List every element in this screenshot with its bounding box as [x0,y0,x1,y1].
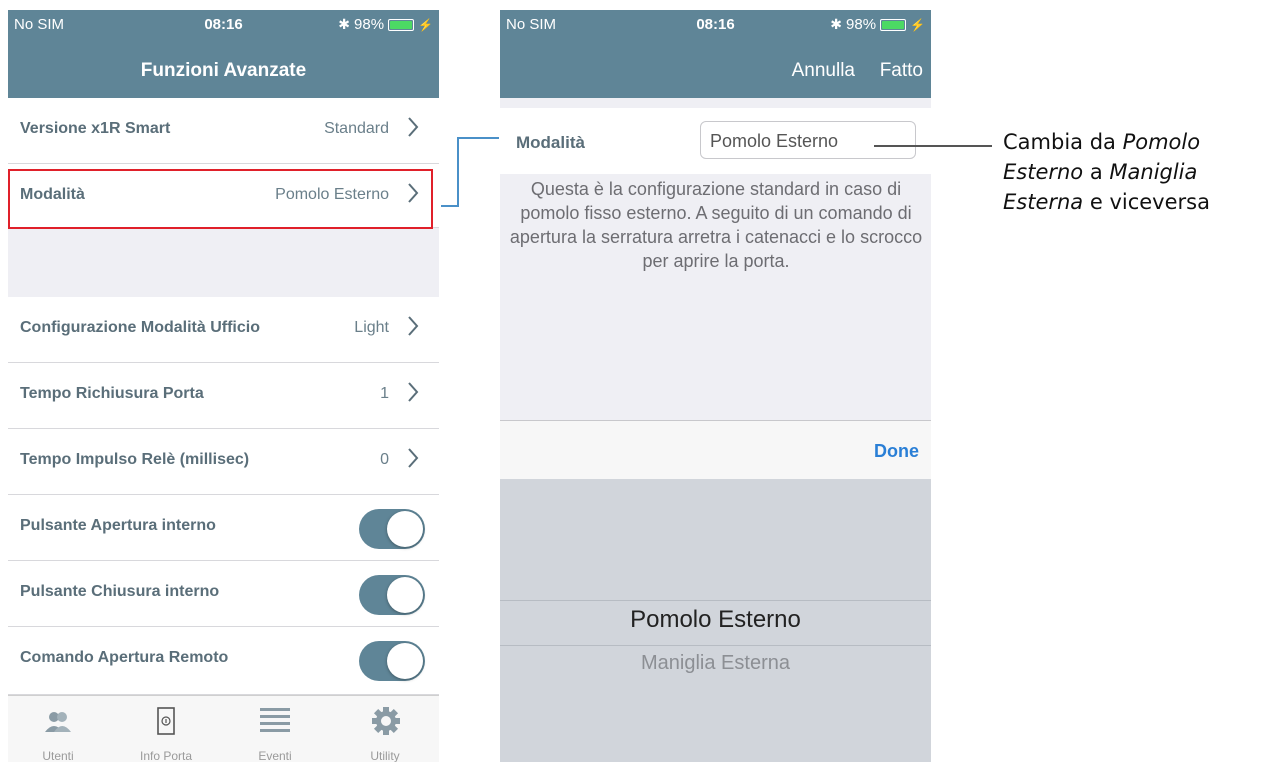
picker-selected-option[interactable]: Pomolo Esterno [500,606,931,634]
modalita-input[interactable]: Pomolo Esterno [700,121,916,159]
chiusura-toggle[interactable] [359,575,425,615]
charging-icon: ⚡ [418,17,433,32]
field-label: Modalità [516,133,585,152]
row-label: Configurazione Modalità Ufficio [20,319,260,336]
page-title: Funzioni Avanzate [140,60,307,81]
tab-bar: Utenti Info Porta Eventi Utility [8,695,439,762]
row-pulsante-chiusura: Pulsante Chiusura interno [8,561,439,627]
picker-divider [500,645,931,646]
remote-toggle[interactable] [359,641,425,681]
row-label: Versione x1R Smart [20,120,171,137]
battery-icon [880,18,907,31]
row-comando-remoto: Comando Apertura Remoto [8,627,439,695]
row-config-ufficio[interactable]: Configurazione Modalità Ufficio Light [8,297,439,363]
status-bar: No SIM 08:16 ✱ 98% ⚡ [8,10,439,46]
picker-divider [500,600,931,601]
battery-icon [388,18,415,31]
bluetooth-icon: ✱ [338,16,351,32]
toggle-knob [387,511,423,547]
picker-option[interactable]: Maniglia Esterna [500,652,931,675]
done-button[interactable]: Fatto [880,60,923,82]
toggle-knob [387,643,423,679]
row-value: Standard [324,120,389,137]
row-tempo-richiusura[interactable]: Tempo Richiusura Porta 1 [8,363,439,429]
highlight-box [8,169,433,229]
chevron-right-icon [408,448,419,468]
tab-utility[interactable]: Utility [339,696,431,762]
tab-info-porta[interactable]: Info Porta [120,696,212,762]
modalita-picker-screen: No SIM 08:16 ✱ 98% ⚡ Annulla Fatto Modal… [500,10,931,762]
charging-icon: ⚡ [910,17,925,32]
callout-leader-line [874,145,992,147]
row-versione[interactable]: Versione x1R Smart Standard [8,98,439,164]
mode-picker[interactable]: Pomolo Esterno Maniglia Esterna [500,479,931,762]
row-value: Light [354,319,389,336]
toggle-knob [387,577,423,613]
chevron-right-icon [408,117,419,137]
bluetooth-icon: ✱ [830,16,843,32]
row-label: Tempo Impulso Relè (millisec) [20,451,250,468]
nav-bar: Funzioni Avanzate [8,46,439,98]
picker-done-button[interactable]: Done [874,441,919,462]
cancel-button[interactable]: Annulla [792,60,855,82]
chevron-right-icon [408,382,419,402]
callout-text: Cambia da Pomolo Esterno a Maniglia Este… [1003,130,1210,214]
users-icon [45,712,71,732]
row-label: Tempo Richiusura Porta [20,385,204,402]
door-icon [157,707,175,735]
chevron-right-icon [408,316,419,336]
row-label: Comando Apertura Remoto [20,649,229,666]
field-value: Pomolo Esterno [710,131,839,151]
modalita-field-row: Modalità Pomolo Esterno [500,108,931,174]
row-value: 1 [380,385,389,402]
row-label: Pulsante Chiusura interno [20,583,220,600]
mode-description: Questa è la configurazione standard in c… [509,179,923,271]
row-label: Pulsante Apertura interno [20,517,216,534]
tab-eventi[interactable]: Eventi [229,696,321,762]
advanced-functions-screen: No SIM 08:16 ✱ 98% ⚡ Funzioni Avanzate V… [8,10,439,762]
status-bar: No SIM 08:16 ✱ 98% ⚡ [500,10,931,46]
row-pulsante-apertura: Pulsante Apertura interno [8,495,439,561]
connector-line [457,137,499,139]
row-tempo-impulso[interactable]: Tempo Impulso Relè (millisec) 0 [8,429,439,495]
apertura-toggle[interactable] [359,509,425,549]
tab-utenti[interactable]: Utenti [12,696,104,762]
battery-percent: 98% [846,16,877,33]
row-value: 0 [380,451,389,468]
list-icon [260,708,290,732]
picker-toolbar: Done [500,420,931,479]
gear-icon [372,707,400,735]
nav-bar: Annulla Fatto [500,46,931,98]
connector-line [457,137,459,207]
battery-percent: 98% [354,16,385,33]
